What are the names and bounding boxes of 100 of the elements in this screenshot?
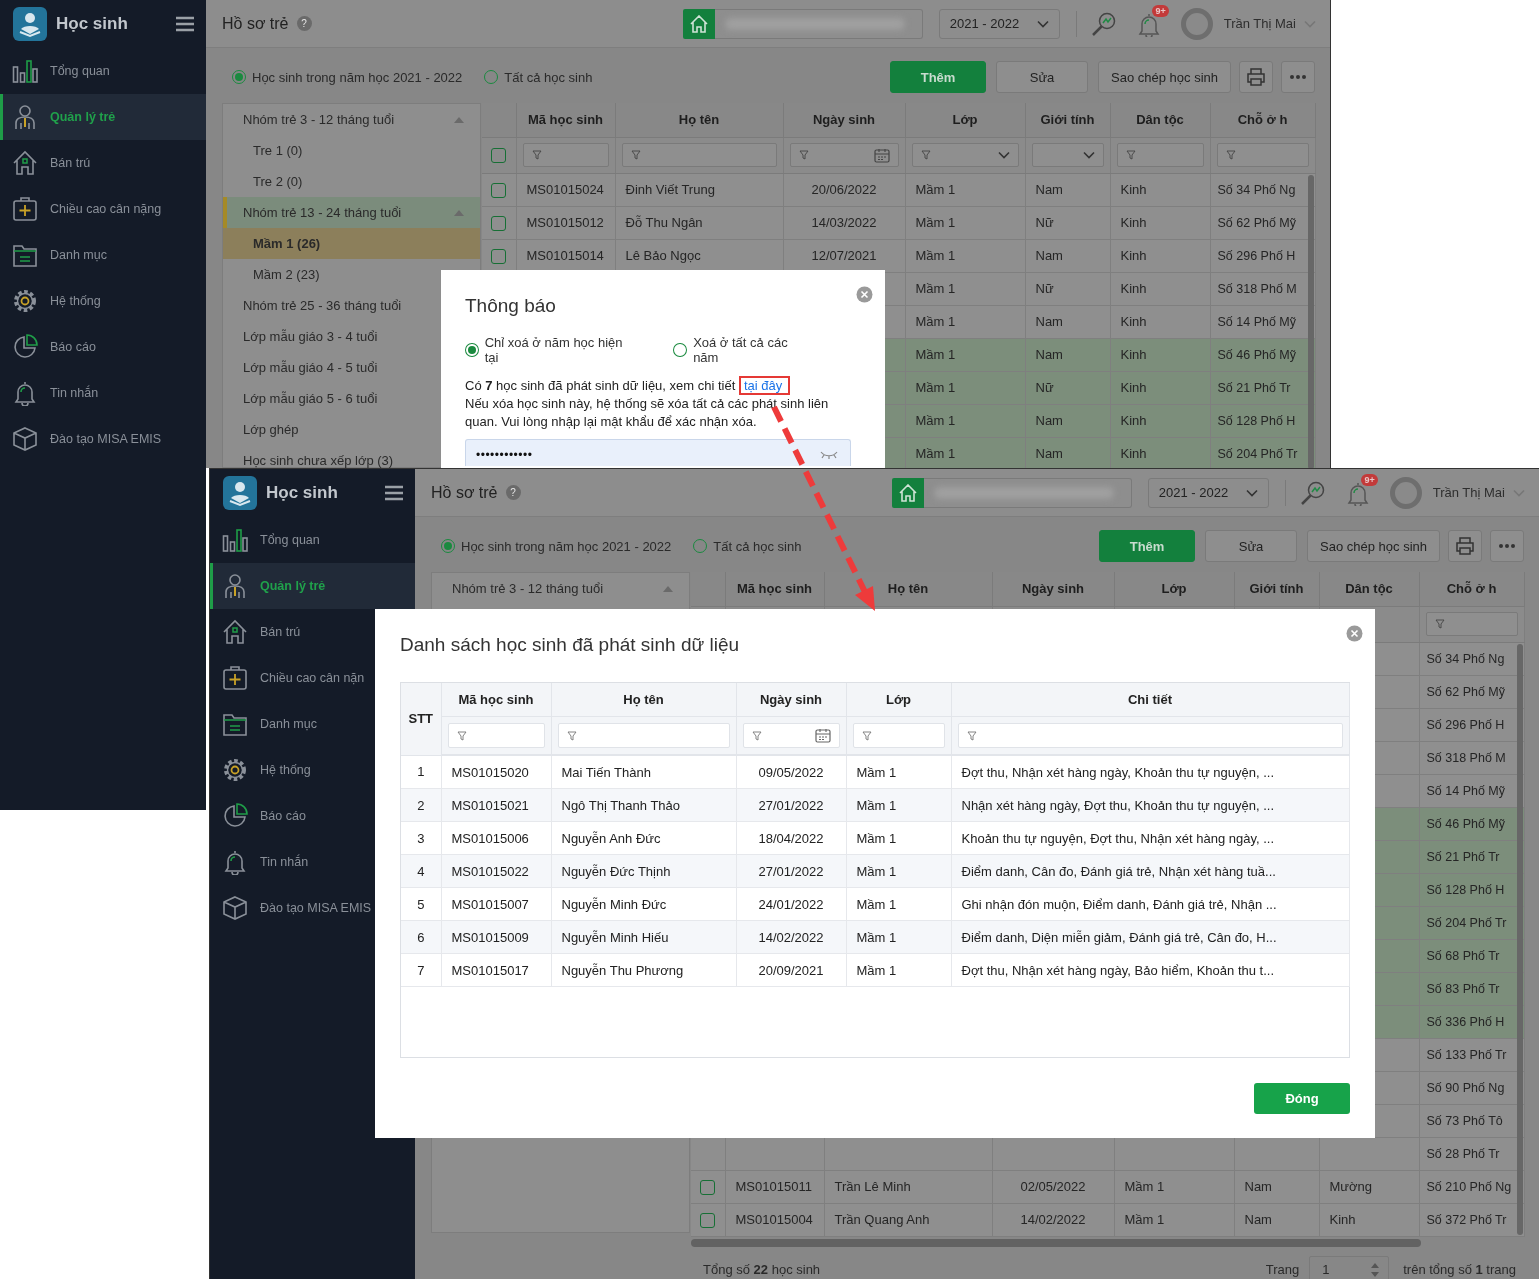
row-checkbox[interactable] (700, 1212, 716, 1228)
filter-field[interactable] (911, 143, 1019, 167)
magnifier-chart-icon[interactable] (1299, 479, 1326, 506)
password-field[interactable]: •••••••••••• (465, 439, 851, 466)
user-menu[interactable]: Trần Thị Mai (1223, 16, 1316, 31)
tree-item[interactable]: Tre 1 (0) (223, 135, 480, 166)
menu-icon[interactable] (176, 16, 194, 32)
sidebar-item[interactable]: Quản lý trẻ (0, 94, 206, 140)
column-header[interactable]: Họ tên (824, 572, 992, 606)
sidebar-item[interactable]: Quản lý trẻ (210, 563, 415, 609)
tree-item[interactable]: Tre 2 (0) (223, 166, 480, 197)
column-header[interactable]: Lớp (1114, 572, 1234, 606)
filter-icon (1434, 619, 1445, 629)
sidebar-item[interactable]: Tổng quan (0, 48, 206, 94)
column-header[interactable]: Giới tính (1025, 103, 1110, 137)
column-header[interactable]: Ngày sinh (783, 103, 905, 137)
toolbar-button[interactable]: Thêm (1099, 530, 1196, 562)
sidebar-item[interactable]: Đào tạo MISA EMIS (0, 416, 206, 462)
column-header[interactable]: Chỗ ở h (1210, 103, 1315, 137)
column-header[interactable]: STT (401, 683, 441, 755)
more-button[interactable] (1490, 530, 1524, 562)
tree-item[interactable]: Nhóm trẻ 13 - 24 tháng tuổi (223, 197, 480, 228)
column-header[interactable]: Mã học sinh (725, 572, 824, 606)
school-name-field[interactable] (923, 477, 1132, 508)
table-cell: MS01015006 (441, 821, 551, 855)
year-select[interactable]: 2021 - 2022 (938, 8, 1060, 39)
tree-item[interactable]: Nhóm trẻ 3 - 12 tháng tuổi (223, 104, 480, 135)
bar-chart-icon (222, 527, 248, 553)
column-header[interactable]: Mã học sinh (441, 683, 551, 717)
sidebar-item[interactable]: Bán trú (0, 140, 206, 186)
filter-field[interactable] (621, 143, 777, 167)
filter-field[interactable] (1031, 143, 1104, 167)
sidebar-item[interactable]: Tổng quan (210, 517, 415, 563)
toolbar-button[interactable]: Sửa (1205, 530, 1298, 562)
filter-field[interactable] (522, 143, 609, 167)
home-button[interactable] (891, 477, 924, 508)
select-all-checkbox[interactable] (491, 148, 507, 164)
column-header[interactable]: Dân tộc (1319, 572, 1419, 606)
tree-item[interactable]: Nhóm trẻ 3 - 12 tháng tuổi (432, 573, 689, 604)
column-header[interactable]: Chi tiết (951, 683, 1349, 717)
filter-field[interactable] (789, 143, 899, 167)
home-button[interactable] (682, 8, 715, 39)
avatar[interactable] (1389, 476, 1422, 509)
table-cell: Mầm 1 (905, 173, 1025, 206)
school-name-field[interactable] (714, 8, 923, 39)
print-button[interactable] (1239, 61, 1273, 93)
column-header[interactable]: Chỗ ở h (1419, 572, 1524, 606)
more-button[interactable] (1281, 61, 1315, 93)
sidebar-item[interactable]: Danh mục (0, 232, 206, 278)
table-cell: Mầm 1 (905, 272, 1025, 305)
magnifier-chart-icon[interactable] (1090, 10, 1117, 37)
close-button[interactable]: Đóng (1254, 1083, 1350, 1114)
scrollbar[interactable] (1517, 644, 1523, 1235)
row-checkbox[interactable] (491, 248, 507, 264)
filter-field[interactable] (1425, 612, 1518, 636)
table-cell: Mường (1319, 1170, 1419, 1203)
column-header[interactable]: Họ tên (615, 103, 783, 137)
filter-field[interactable] (1116, 143, 1204, 167)
column-header[interactable]: Dân tộc (1110, 103, 1210, 137)
table-cell: Kinh (1319, 1203, 1419, 1236)
table-cell: Nam (1025, 173, 1110, 206)
menu-icon[interactable] (385, 485, 403, 501)
toolbar-button[interactable]: Sửa (996, 61, 1089, 93)
column-header[interactable]: Lớp (905, 103, 1025, 137)
row-checkbox[interactable] (491, 182, 507, 198)
radio-label: Xoá ở tất cả các năm (693, 335, 789, 365)
help-button[interactable]: ? (296, 16, 312, 31)
sidebar-item[interactable]: Tin nhắn (0, 370, 206, 416)
avatar[interactable] (1180, 7, 1213, 40)
sidebar-item[interactable]: Báo cáo (0, 324, 206, 370)
page-field[interactable]: 1 (1309, 1255, 1390, 1279)
close-icon[interactable] (1346, 625, 1363, 642)
print-button[interactable] (1448, 530, 1482, 562)
row-checkbox[interactable] (700, 1179, 716, 1195)
table-cell: Mầm 1 (846, 854, 951, 888)
column-header[interactable]: Ngày sinh (736, 683, 846, 717)
toolbar-button[interactable]: Sao chép học sinh (1098, 61, 1231, 93)
table-cell: Kinh (1110, 173, 1210, 206)
scrollbar[interactable] (1308, 175, 1314, 468)
user-menu[interactable]: Trần Thị Mai (1432, 485, 1525, 500)
filter-field[interactable] (1216, 143, 1309, 167)
table-cell: Kinh (1110, 437, 1210, 468)
table-cell: MS01015020 (441, 755, 551, 789)
toolbar-button[interactable]: Thêm (890, 61, 987, 93)
column-header[interactable]: Ngày sinh (992, 572, 1114, 606)
scrollbar[interactable] (691, 1238, 1421, 1247)
details-link[interactable]: tại đây (743, 378, 783, 393)
column-header[interactable]: Giới tính (1234, 572, 1319, 606)
column-header[interactable]: Lớp (846, 683, 951, 717)
toolbar-button[interactable]: Sao chép học sinh (1307, 530, 1440, 562)
close-icon[interactable] (856, 286, 873, 303)
column-header[interactable]: Mã học sinh (516, 103, 615, 137)
sidebar-item[interactable]: Hệ thống (0, 278, 206, 324)
sidebar-item[interactable]: Chiều cao cân nặng (0, 186, 206, 232)
table-cell: Nam (1025, 338, 1110, 371)
row-checkbox[interactable] (491, 215, 507, 231)
help-button[interactable]: ? (505, 485, 521, 500)
tree-item[interactable]: Mầm 1 (26) (223, 228, 480, 259)
year-select[interactable]: 2021 - 2022 (1147, 477, 1269, 508)
column-header[interactable]: Họ tên (551, 683, 736, 717)
